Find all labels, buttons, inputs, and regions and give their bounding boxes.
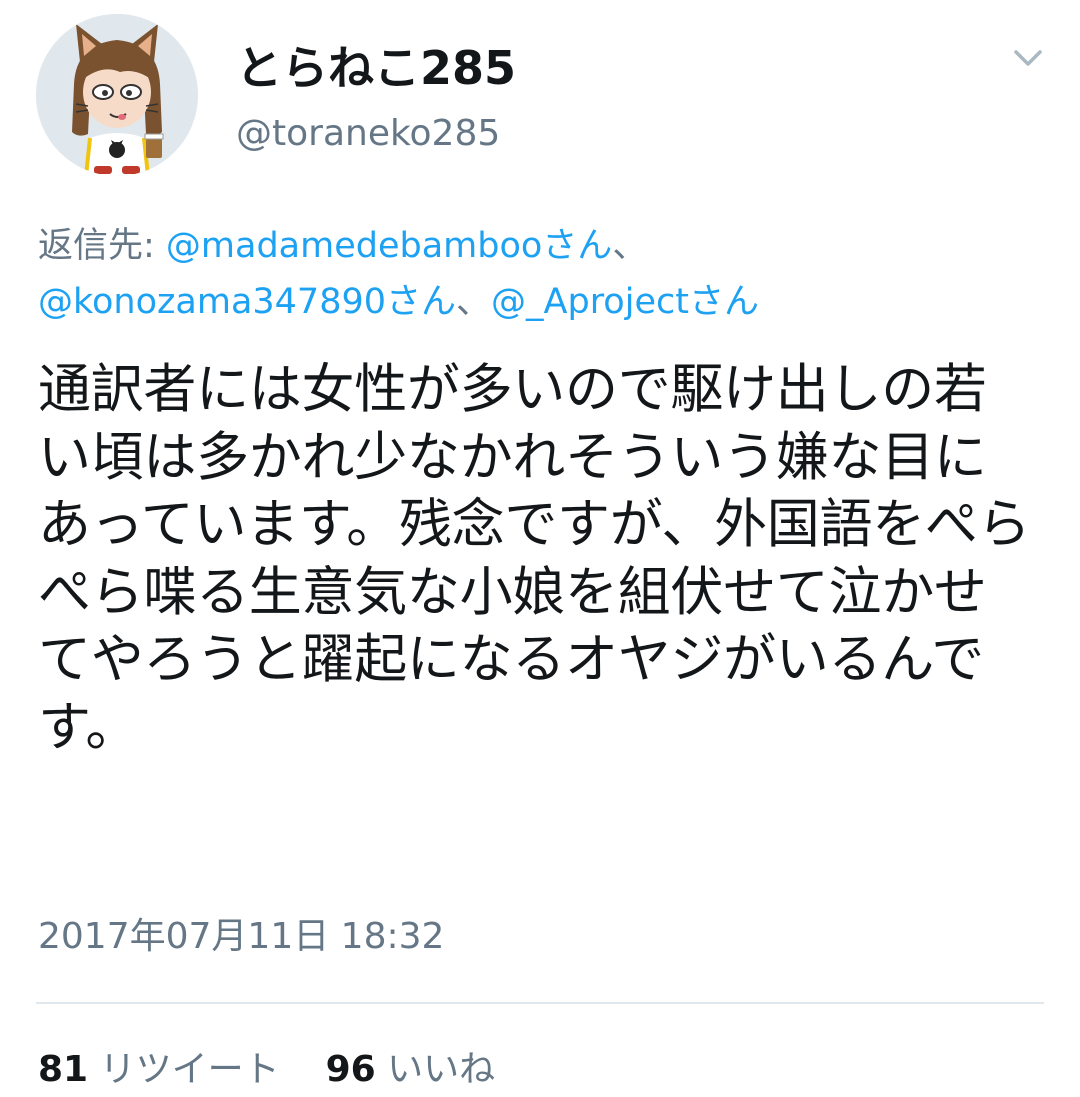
chevron-down-icon[interactable]	[1010, 42, 1046, 72]
user-handle[interactable]: @toraneko285	[236, 110, 500, 158]
display-name[interactable]: とらねこ285	[236, 38, 516, 98]
avatar-illustration	[36, 14, 198, 176]
divider	[36, 1002, 1044, 1004]
mention-link[interactable]: @_Aprojectさん	[491, 282, 759, 322]
like-count: 96	[325, 1049, 376, 1090]
retweet-label: リツイート	[99, 1049, 280, 1090]
tweet-timestamp[interactable]: 2017年07月11日 18:32	[38, 912, 444, 962]
like-label: いいね	[387, 1049, 496, 1090]
retweet-stat[interactable]: 81 リツイート	[38, 1044, 280, 1096]
mention-separator: 、	[612, 226, 648, 266]
reply-to-line: 返信先: @madamedebambooさん、 @konozama347890さん…	[38, 218, 1048, 330]
engagement-stats: 81 リツイート 96 いいね	[38, 1044, 495, 1096]
mention-link[interactable]: @konozama347890さん	[38, 282, 456, 322]
reply-to-label: 返信先:	[38, 226, 166, 266]
avatar[interactable]	[36, 14, 198, 176]
mention-separator: 、	[456, 282, 492, 322]
tweet-text: 通訳者には女性が多いので駆け出しの若い頃は多かれ少なかれそういう嫌な目にあってい…	[38, 359, 1031, 758]
retweet-count: 81	[38, 1049, 89, 1090]
like-stat[interactable]: 96 いいね	[326, 1044, 496, 1096]
mention-link[interactable]: @madamedebambooさん	[166, 226, 612, 266]
